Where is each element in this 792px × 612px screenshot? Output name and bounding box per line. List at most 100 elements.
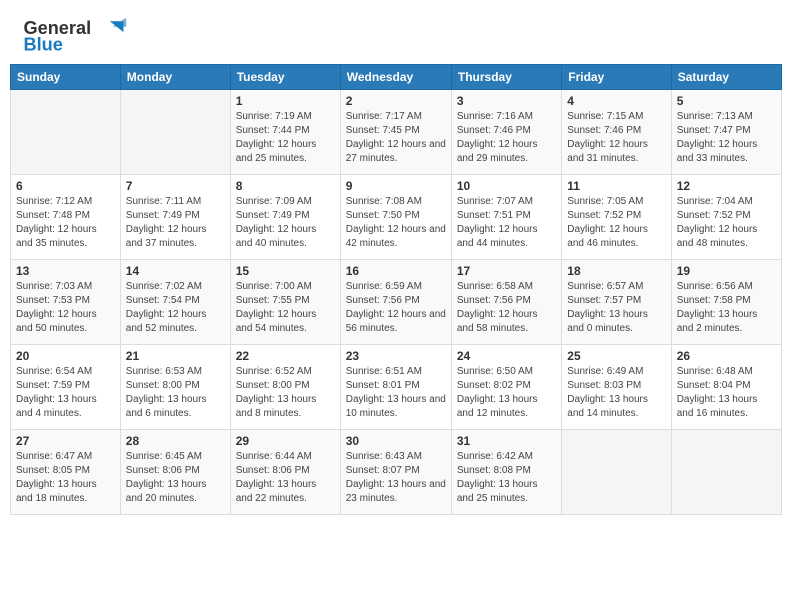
- day-info: Sunrise: 6:53 AM Sunset: 8:00 PM Dayligh…: [126, 365, 225, 421]
- day-info: Sunrise: 7:17 AM Sunset: 7:45 PM Dayligh…: [346, 110, 446, 166]
- day-cell: 24 Sunrise: 6:50 AM Sunset: 8:02 PM Dayli…: [451, 345, 561, 430]
- day-number: 4: [567, 94, 665, 108]
- weekday-header-wednesday: Wednesday: [340, 65, 451, 90]
- day-cell: 3 Sunrise: 7:16 AM Sunset: 7:46 PM Daylig…: [451, 90, 561, 175]
- svg-text:Blue: Blue: [23, 34, 62, 54]
- day-cell: [562, 430, 671, 515]
- day-info: Sunrise: 6:44 AM Sunset: 8:06 PM Dayligh…: [236, 450, 335, 506]
- day-info: Sunrise: 6:50 AM Sunset: 8:02 PM Dayligh…: [457, 365, 556, 421]
- day-cell: 23 Sunrise: 6:51 AM Sunset: 8:01 PM Dayli…: [340, 345, 451, 430]
- day-info: Sunrise: 6:42 AM Sunset: 8:08 PM Dayligh…: [457, 450, 556, 506]
- day-info: Sunrise: 7:05 AM Sunset: 7:52 PM Dayligh…: [567, 195, 665, 251]
- day-number: 3: [457, 94, 556, 108]
- day-info: Sunrise: 6:51 AM Sunset: 8:01 PM Dayligh…: [346, 365, 446, 421]
- day-info: Sunrise: 7:04 AM Sunset: 7:52 PM Dayligh…: [677, 195, 776, 251]
- day-number: 2: [346, 94, 446, 108]
- day-info: Sunrise: 7:02 AM Sunset: 7:54 PM Dayligh…: [126, 280, 225, 336]
- day-number: 8: [236, 179, 335, 193]
- day-number: 16: [346, 264, 446, 278]
- calendar-table: SundayMondayTuesdayWednesdayThursdayFrid…: [10, 64, 782, 515]
- day-number: 5: [677, 94, 776, 108]
- day-cell: [671, 430, 781, 515]
- day-info: Sunrise: 7:13 AM Sunset: 7:47 PM Dayligh…: [677, 110, 776, 166]
- day-info: Sunrise: 7:15 AM Sunset: 7:46 PM Dayligh…: [567, 110, 665, 166]
- day-cell: [120, 90, 230, 175]
- day-info: Sunrise: 7:16 AM Sunset: 7:46 PM Dayligh…: [457, 110, 556, 166]
- day-cell: 31 Sunrise: 6:42 AM Sunset: 8:08 PM Dayli…: [451, 430, 561, 515]
- day-number: 18: [567, 264, 665, 278]
- day-number: 29: [236, 434, 335, 448]
- weekday-header-saturday: Saturday: [671, 65, 781, 90]
- day-info: Sunrise: 7:09 AM Sunset: 7:49 PM Dayligh…: [236, 195, 335, 251]
- day-info: Sunrise: 6:43 AM Sunset: 8:07 PM Dayligh…: [346, 450, 446, 506]
- day-cell: 11 Sunrise: 7:05 AM Sunset: 7:52 PM Dayli…: [562, 175, 671, 260]
- day-cell: 16 Sunrise: 6:59 AM Sunset: 7:56 PM Dayli…: [340, 260, 451, 345]
- day-info: Sunrise: 7:19 AM Sunset: 7:44 PM Dayligh…: [236, 110, 335, 166]
- day-cell: 21 Sunrise: 6:53 AM Sunset: 8:00 PM Dayli…: [120, 345, 230, 430]
- header: General Blue: [10, 10, 782, 58]
- day-number: 15: [236, 264, 335, 278]
- day-cell: 19 Sunrise: 6:56 AM Sunset: 7:58 PM Dayli…: [671, 260, 781, 345]
- day-number: 31: [457, 434, 556, 448]
- day-info: Sunrise: 7:11 AM Sunset: 7:49 PM Dayligh…: [126, 195, 225, 251]
- day-number: 13: [16, 264, 115, 278]
- day-cell: 9Sunrise: 7:08 AM Sunset: 7:50 PM Daylig…: [340, 175, 451, 260]
- day-number: 1: [236, 94, 335, 108]
- day-cell: 26 Sunrise: 6:48 AM Sunset: 8:04 PM Dayli…: [671, 345, 781, 430]
- day-cell: 1 Sunrise: 7:19 AM Sunset: 7:44 PM Daylig…: [230, 90, 340, 175]
- day-info: Sunrise: 7:03 AM Sunset: 7:53 PM Dayligh…: [16, 280, 115, 336]
- day-number: 21: [126, 349, 225, 363]
- day-cell: 18 Sunrise: 6:57 AM Sunset: 7:57 PM Dayli…: [562, 260, 671, 345]
- weekday-header-friday: Friday: [562, 65, 671, 90]
- day-number: 7: [126, 179, 225, 193]
- day-cell: 15 Sunrise: 7:00 AM Sunset: 7:55 PM Dayli…: [230, 260, 340, 345]
- day-number: 23: [346, 349, 446, 363]
- day-cell: 30 Sunrise: 6:43 AM Sunset: 8:07 PM Dayli…: [340, 430, 451, 515]
- day-info: Sunrise: 6:59 AM Sunset: 7:56 PM Dayligh…: [346, 280, 446, 336]
- logo-svg: General Blue: [18, 14, 138, 54]
- day-number: 24: [457, 349, 556, 363]
- day-cell: 17 Sunrise: 6:58 AM Sunset: 7:56 PM Dayli…: [451, 260, 561, 345]
- day-number: 11: [567, 179, 665, 193]
- day-info: Sunrise: 6:49 AM Sunset: 8:03 PM Dayligh…: [567, 365, 665, 421]
- day-info: Sunrise: 6:57 AM Sunset: 7:57 PM Dayligh…: [567, 280, 665, 336]
- day-cell: 2 Sunrise: 7:17 AM Sunset: 7:45 PM Daylig…: [340, 90, 451, 175]
- week-row-5: 27 Sunrise: 6:47 AM Sunset: 8:05 PM Dayli…: [11, 430, 782, 515]
- day-number: 30: [346, 434, 446, 448]
- day-number: 6: [16, 179, 115, 193]
- day-info: Sunrise: 7:00 AM Sunset: 7:55 PM Dayligh…: [236, 280, 335, 336]
- day-number: 27: [16, 434, 115, 448]
- day-number: 25: [567, 349, 665, 363]
- week-row-2: 6 Sunrise: 7:12 AM Sunset: 7:48 PM Daylig…: [11, 175, 782, 260]
- day-number: 10: [457, 179, 556, 193]
- weekday-header-thursday: Thursday: [451, 65, 561, 90]
- day-cell: 22Sunrise: 6:52 AM Sunset: 8:00 PM Dayli…: [230, 345, 340, 430]
- day-cell: 28Sunrise: 6:45 AM Sunset: 8:06 PM Dayli…: [120, 430, 230, 515]
- weekday-header-monday: Monday: [120, 65, 230, 90]
- day-info: Sunrise: 6:47 AM Sunset: 8:05 PM Dayligh…: [16, 450, 115, 506]
- weekday-header-tuesday: Tuesday: [230, 65, 340, 90]
- day-info: Sunrise: 7:08 AM Sunset: 7:50 PM Dayligh…: [346, 195, 446, 251]
- week-row-3: 13 Sunrise: 7:03 AM Sunset: 7:53 PM Dayli…: [11, 260, 782, 345]
- week-row-1: 1 Sunrise: 7:19 AM Sunset: 7:44 PM Daylig…: [11, 90, 782, 175]
- day-cell: 25 Sunrise: 6:49 AM Sunset: 8:03 PM Dayli…: [562, 345, 671, 430]
- day-number: 17: [457, 264, 556, 278]
- day-info: Sunrise: 7:12 AM Sunset: 7:48 PM Dayligh…: [16, 195, 115, 251]
- day-info: Sunrise: 6:48 AM Sunset: 8:04 PM Dayligh…: [677, 365, 776, 421]
- day-cell: 29 Sunrise: 6:44 AM Sunset: 8:06 PM Dayli…: [230, 430, 340, 515]
- day-number: 26: [677, 349, 776, 363]
- day-cell: 12 Sunrise: 7:04 AM Sunset: 7:52 PM Dayli…: [671, 175, 781, 260]
- weekday-header-row: SundayMondayTuesdayWednesdayThursdayFrid…: [11, 65, 782, 90]
- day-cell: 8 Sunrise: 7:09 AM Sunset: 7:49 PM Daylig…: [230, 175, 340, 260]
- day-info: Sunrise: 6:56 AM Sunset: 7:58 PM Dayligh…: [677, 280, 776, 336]
- logo: General Blue: [18, 14, 138, 54]
- day-number: 14: [126, 264, 225, 278]
- day-cell: 14 Sunrise: 7:02 AM Sunset: 7:54 PM Dayli…: [120, 260, 230, 345]
- day-info: Sunrise: 6:58 AM Sunset: 7:56 PM Dayligh…: [457, 280, 556, 336]
- day-cell: 4 Sunrise: 7:15 AM Sunset: 7:46 PM Daylig…: [562, 90, 671, 175]
- day-info: Sunrise: 6:45 AM Sunset: 8:06 PM Dayligh…: [126, 450, 225, 506]
- day-cell: [11, 90, 121, 175]
- day-cell: 13 Sunrise: 7:03 AM Sunset: 7:53 PM Dayli…: [11, 260, 121, 345]
- day-number: 19: [677, 264, 776, 278]
- day-number: 12: [677, 179, 776, 193]
